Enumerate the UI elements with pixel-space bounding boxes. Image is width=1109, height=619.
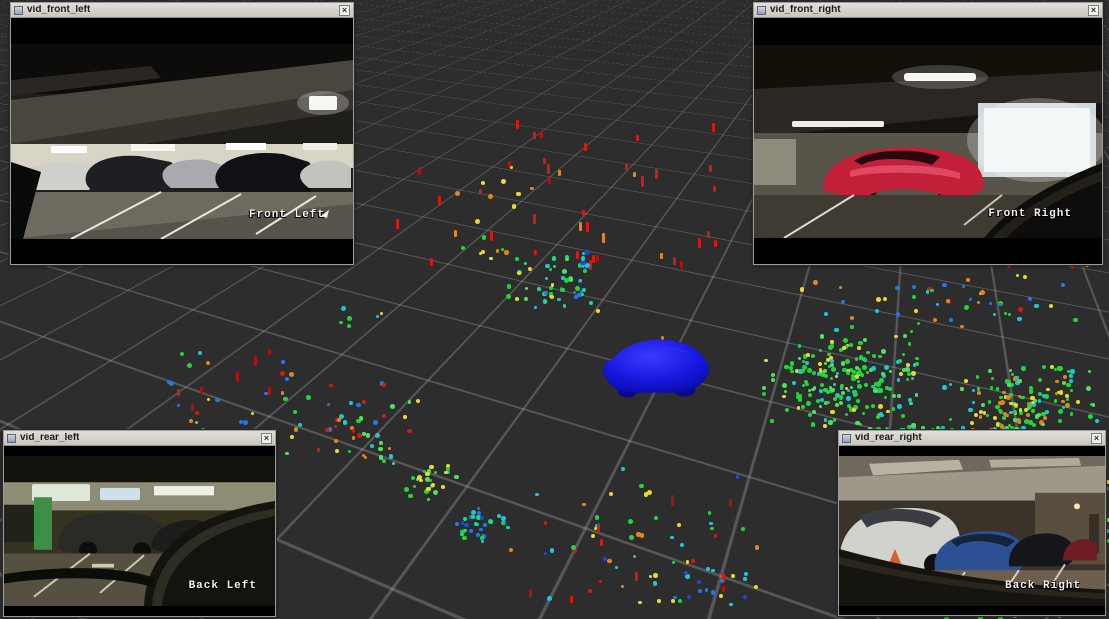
window-vid-rear-right: vid_rear_right × [838, 430, 1106, 616]
camera-label: Front Right [988, 208, 1072, 220]
titlebar-vid-rear-right[interactable]: vid_rear_right × [839, 431, 1105, 446]
titlebar-vid-front-right[interactable]: vid_front_right × [754, 3, 1102, 18]
close-icon[interactable]: × [261, 433, 272, 444]
window-title: vid_front_left [27, 5, 90, 15]
video-content: Front Right [754, 18, 1102, 264]
camera-view-rear-right: Back Right [839, 456, 1105, 606]
close-icon[interactable]: × [339, 5, 350, 16]
window-title: vid_rear_left [20, 433, 79, 443]
camera-view-front-left: Front Left [11, 44, 353, 239]
close-icon[interactable]: × [1091, 433, 1102, 444]
window-vid-front-left: vid_front_left × [10, 2, 354, 265]
close-icon[interactable]: × [1088, 5, 1099, 16]
app-root: { "scene": { "background": "#2d2d2d", "g… [0, 0, 1109, 619]
camera-view-rear-left: Back Left [4, 456, 275, 606]
video-content: Back Left [4, 446, 275, 616]
window-icon [757, 6, 766, 15]
window-icon [842, 434, 851, 443]
video-content: Back Right [839, 446, 1105, 615]
video-content: Front Left [11, 18, 353, 264]
camera-label: Back Right [1005, 580, 1081, 592]
window-icon [14, 6, 23, 15]
ego-vehicle-model [596, 334, 714, 400]
camera-view-front-right: Front Right [754, 45, 1102, 238]
window-title: vid_rear_right [855, 433, 922, 443]
window-icon [7, 434, 16, 443]
window-title: vid_front_right [770, 5, 841, 15]
titlebar-vid-rear-left[interactable]: vid_rear_left × [4, 431, 275, 446]
window-vid-front-right: vid_front_right × [753, 2, 1103, 265]
titlebar-vid-front-left[interactable]: vid_front_left × [11, 3, 353, 18]
camera-label: Front Left [249, 209, 325, 221]
window-vid-rear-left: vid_rear_left × [3, 430, 276, 617]
camera-label: Back Left [189, 580, 257, 592]
